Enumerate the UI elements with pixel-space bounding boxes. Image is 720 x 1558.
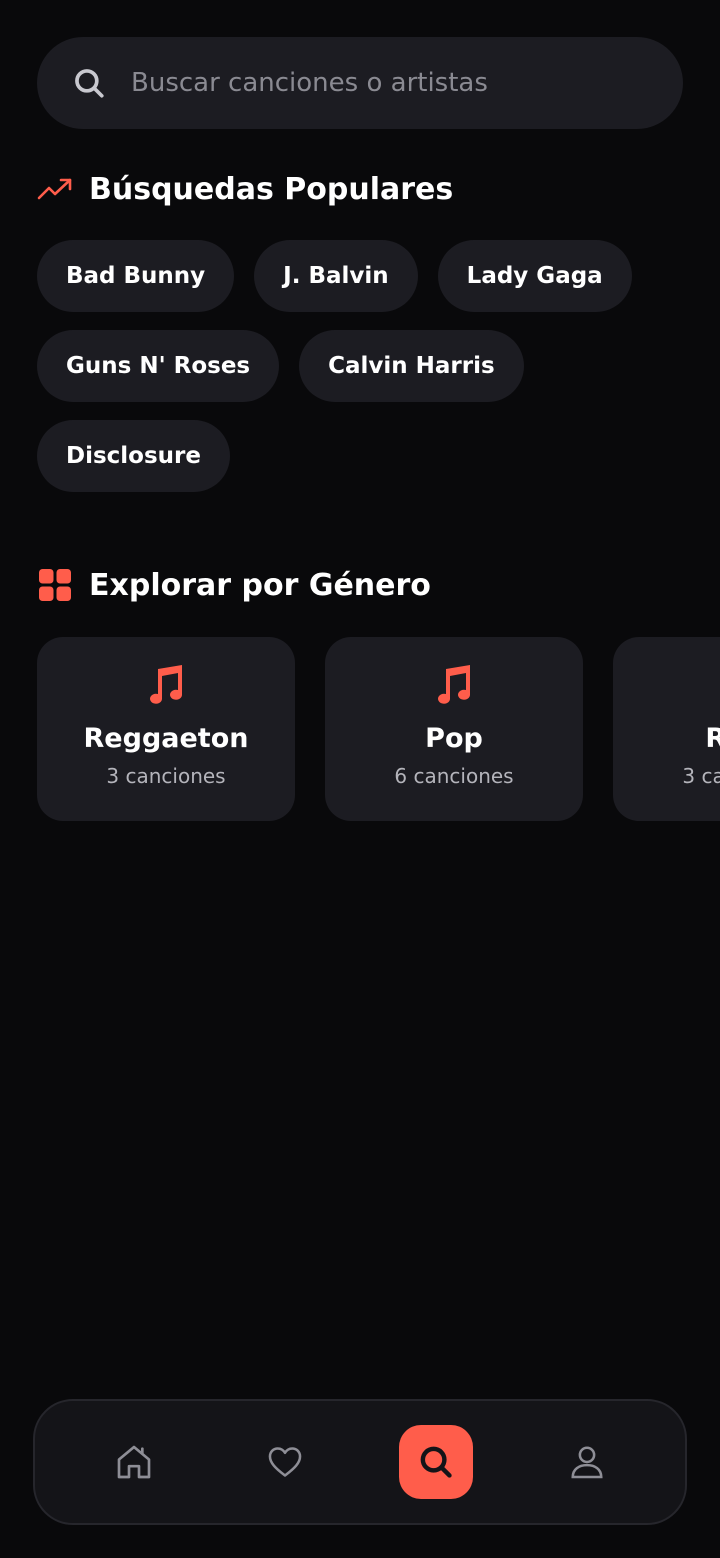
popular-searches-title: Búsquedas Populares [89, 171, 454, 207]
search-bar[interactable] [37, 37, 683, 129]
genre-name: Reggaeton [83, 723, 249, 754]
music-note-icon [150, 665, 182, 704]
chip-guns-n-roses[interactable]: Guns N' Roses [37, 330, 280, 402]
genres-header: Explorar por Género [37, 567, 431, 603]
home-icon [117, 1445, 151, 1479]
genre-name: Pop [425, 723, 483, 754]
genre-count: 6 canciones [394, 764, 514, 788]
music-note-icon [438, 665, 470, 704]
search-page: Búsquedas Populares Bad Bunny J. Balvin … [0, 0, 720, 1558]
genres-carousel[interactable]: Reggaeton 3 canciones Pop 6 canciones Ro… [37, 637, 720, 827]
genre-card-reggaeton[interactable]: Reggaeton 3 canciones [37, 637, 295, 821]
chip-calvin-harris[interactable]: Calvin Harris [299, 330, 524, 402]
nav-search-button[interactable] [399, 1425, 473, 1499]
genre-card-pop[interactable]: Pop 6 canciones [325, 637, 583, 821]
trending-up-icon [37, 171, 73, 207]
chip-j-balvin[interactable]: J. Balvin [254, 240, 418, 312]
chip-bad-bunny[interactable]: Bad Bunny [37, 240, 235, 312]
popular-searches-list: Bad Bunny J. Balvin Lady Gaga Guns N' Ro… [37, 240, 657, 492]
search-icon [420, 1446, 452, 1478]
genre-count: 3 canciones [682, 764, 720, 788]
nav-home-button[interactable] [97, 1425, 171, 1499]
genre-card-rock[interactable]: Rock 3 canciones [613, 637, 720, 821]
user-icon [571, 1446, 603, 1479]
popular-searches-header: Búsquedas Populares [37, 171, 453, 207]
search-input[interactable] [131, 53, 683, 113]
genre-count: 3 canciones [106, 764, 226, 788]
grid-icon [37, 567, 73, 603]
genre-name: Rock [705, 723, 720, 754]
nav-favorites-button[interactable] [248, 1425, 322, 1499]
bottom-nav [33, 1399, 687, 1525]
heart-icon [268, 1447, 302, 1477]
chip-lady-gaga[interactable]: Lady Gaga [437, 240, 632, 312]
search-icon [71, 65, 107, 101]
genres-title: Explorar por Género [89, 567, 431, 603]
chip-disclosure[interactable]: Disclosure [37, 420, 230, 492]
nav-profile-button[interactable] [550, 1425, 624, 1499]
